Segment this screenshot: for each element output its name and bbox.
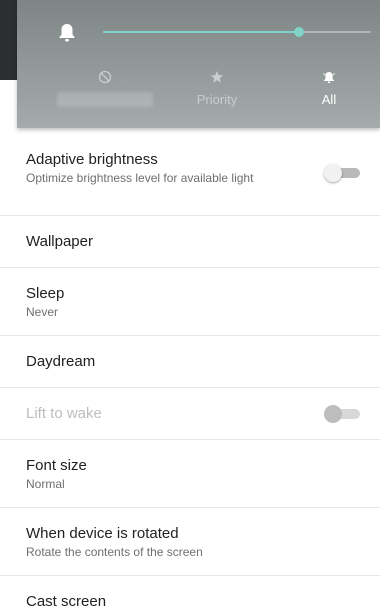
none-icon: [98, 70, 112, 84]
volume-panel: Priority All: [17, 0, 380, 128]
display-settings-screen: Priority All Adaptive brightness Optimiz…: [0, 0, 380, 614]
mode-all-button[interactable]: All: [281, 64, 377, 120]
volume-slider-fill: [103, 31, 299, 33]
setting-adaptive-brightness[interactable]: Adaptive brightness Optimize brightness …: [0, 128, 380, 216]
lift-to-wake-toggle: [324, 405, 360, 423]
status-bar-edge: [0, 0, 17, 80]
setting-sleep[interactable]: Sleep Never: [0, 268, 380, 336]
bell-ring-icon: [323, 72, 335, 84]
setting-font-size[interactable]: Font size Normal: [0, 440, 380, 508]
setting-cast-screen[interactable]: Cast screen: [0, 576, 380, 614]
volume-slider[interactable]: [103, 27, 371, 37]
setting-wallpaper[interactable]: Wallpaper: [0, 216, 380, 268]
mode-priority-button[interactable]: Priority: [169, 64, 265, 120]
setting-title: When device is rotated: [26, 525, 179, 542]
setting-title: Sleep: [26, 285, 65, 302]
setting-rotation[interactable]: When device is rotated Rotate the conten…: [0, 508, 380, 576]
setting-summary: Never: [26, 305, 59, 319]
setting-summary: Rotate the contents of the screen: [26, 545, 203, 559]
setting-title: Lift to wake: [26, 405, 102, 422]
toggle-thumb: [324, 164, 342, 182]
setting-title: Wallpaper: [26, 233, 93, 250]
star-icon: [210, 71, 224, 83]
interruption-modes: Priority All: [57, 64, 377, 120]
setting-title: Adaptive brightness: [26, 151, 158, 168]
settings-list: Adaptive brightness Optimize brightness …: [0, 128, 380, 614]
setting-title: Cast screen: [26, 593, 107, 610]
setting-lift-to-wake: Lift to wake: [0, 388, 380, 440]
mode-none-label: [57, 92, 153, 107]
volume-slider-thumb[interactable]: [293, 27, 304, 37]
mode-priority-label: Priority: [196, 92, 238, 107]
setting-title: Daydream: [26, 353, 96, 370]
mode-none-button[interactable]: [57, 64, 153, 120]
setting-title: Font size: [26, 457, 87, 474]
toggle-thumb: [324, 405, 342, 423]
bell-icon[interactable]: [57, 22, 77, 44]
setting-summary: Normal: [26, 477, 65, 491]
setting-summary: Optimize brightness level for available …: [26, 171, 254, 185]
setting-daydream[interactable]: Daydream: [0, 336, 380, 388]
adaptive-brightness-toggle[interactable]: [324, 164, 360, 182]
mode-all-label: All: [321, 92, 337, 107]
